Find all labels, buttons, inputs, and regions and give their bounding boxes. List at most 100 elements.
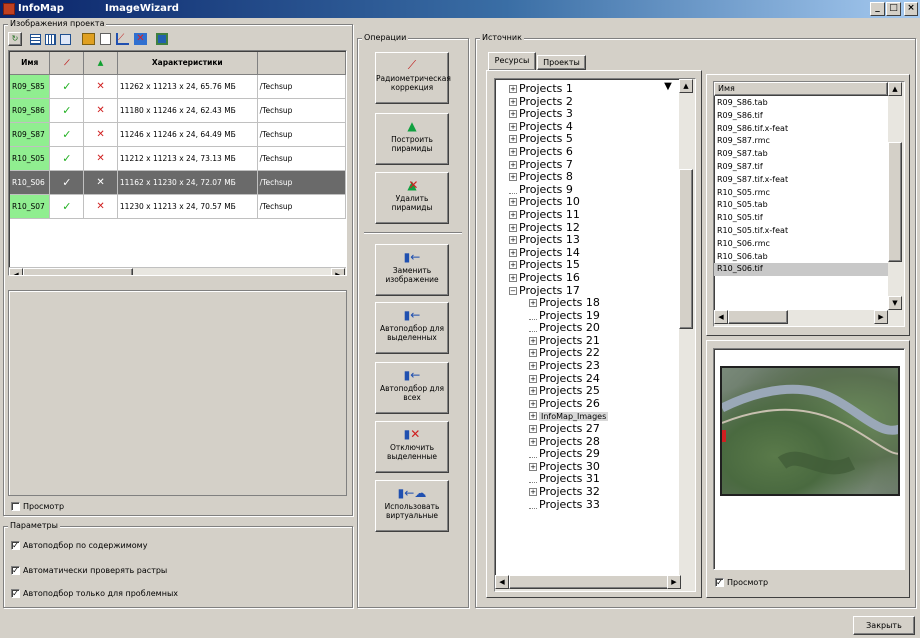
expand-toggle-icon[interactable]: +	[509, 85, 517, 93]
file-item[interactable]: R10_S05.rmc	[714, 187, 888, 200]
expand-toggle-icon[interactable]: +	[509, 210, 517, 219]
images-table[interactable]: Имя ⟋ ▲ Характеристики R09_S85 ✓ ✕ 11262 x …	[8, 50, 347, 276]
expand-toggle-icon[interactable]: +	[529, 374, 537, 383]
files-vscroll-thumb[interactable]	[888, 142, 902, 262]
scroll-left-icon[interactable]: ◀	[714, 310, 728, 324]
tree-node[interactable]: Projects 33	[509, 498, 677, 512]
resource-tree[interactable]: + Projects 1 + Projects 2 + Projects 3 + Projec…	[494, 78, 696, 592]
preview-check-box[interactable]	[11, 502, 20, 511]
expand-toggle-icon[interactable]: +	[529, 299, 537, 308]
expand-toggle-icon[interactable]: +	[509, 273, 517, 282]
close-button[interactable]: Закрыть	[853, 616, 915, 635]
expand-toggle-icon[interactable]: +	[509, 248, 517, 257]
operation-button[interactable]: ▮← Автоподбор для всех	[375, 362, 449, 414]
table-row[interactable]: R09_S86 ✓ ✕ 11180 x 11246 x 24, 62.43 МБ/Te…	[10, 98, 346, 123]
expand-toggle-icon[interactable]: +	[509, 160, 517, 169]
chart-icon[interactable]: ⟋	[116, 33, 129, 45]
expand-toggle-icon[interactable]: +	[509, 110, 517, 119]
scroll-up-icon[interactable]: ▲	[888, 82, 902, 96]
expand-toggle-icon[interactable]: +	[529, 412, 537, 421]
table-row[interactable]: R10_S05 ✓ ✕ 11212 x 11213 x 24, 73.13 МБ/Te…	[10, 146, 346, 171]
scroll-left-icon[interactable]: ◀	[495, 575, 509, 589]
file-item[interactable]: R10_S06.rmc	[714, 238, 888, 251]
expand-toggle-icon[interactable]: +	[529, 437, 537, 446]
vscroll-thumb[interactable]	[679, 169, 693, 329]
expand-toggle-icon[interactable]: +	[529, 425, 537, 434]
scroll-up-icon[interactable]: ▲	[679, 79, 693, 93]
expand-toggle-icon[interactable]: +	[509, 97, 517, 106]
scroll-down-icon[interactable]: ▼	[888, 296, 902, 310]
expand-toggle-icon[interactable]: +	[529, 336, 537, 345]
remove-image-icon[interactable]: ✕	[134, 33, 147, 45]
scroll-right-icon[interactable]: ▶	[331, 268, 345, 275]
file-item[interactable]: R10_S05.tif	[714, 212, 888, 225]
expand-toggle-icon[interactable]: +	[509, 135, 517, 144]
tree-dropdown-icon[interactable]: ▼	[661, 82, 675, 92]
checkmark-icon[interactable]: ✓	[715, 578, 724, 587]
expand-toggle-icon[interactable]: +	[529, 462, 537, 471]
preview-checkbox-left[interactable]: Просмотр	[11, 502, 64, 511]
option-autoselect-content[interactable]: ✓ Автоподбор по содержимому	[11, 541, 147, 550]
checkmark-icon[interactable]: ✓	[11, 589, 20, 598]
expand-toggle-icon[interactable]: +	[509, 173, 517, 182]
table-row[interactable]: R09_S87 ✓ ✕ 11246 x 11246 x 24, 64.49 МБ/Te…	[10, 122, 346, 147]
close-window-button[interactable]: ×	[904, 2, 918, 16]
expand-toggle-icon[interactable]: −	[509, 286, 517, 295]
table-hscrollbar[interactable]: ◀ ▶	[9, 267, 346, 275]
option-auto-check-rasters[interactable]: ✓ Автоматически проверять растры	[11, 566, 167, 575]
tree-hscroll-thumb[interactable]	[509, 575, 669, 589]
hscroll-thumb[interactable]	[23, 268, 133, 275]
file-item[interactable]: R09_S86.tab	[714, 97, 888, 110]
expand-toggle-icon[interactable]: +	[509, 198, 517, 207]
expand-toggle-icon[interactable]: +	[529, 362, 537, 371]
operation-button[interactable]: ▮✕ Отключить выделенные	[375, 421, 449, 473]
operation-button[interactable]: ▮← Автоподбор для выделенных	[375, 302, 449, 354]
expand-toggle-icon[interactable]: +	[529, 387, 537, 396]
expand-toggle-icon[interactable]: +	[509, 122, 517, 131]
option-autoselect-problem[interactable]: ✓ Автоподбор только для проблемных	[11, 589, 178, 598]
tab-resources[interactable]: Ресурсы	[488, 52, 536, 70]
files-hscrollbar[interactable]: ◀ ▶	[714, 310, 904, 326]
minimize-button[interactable]: _	[870, 2, 885, 16]
files-vscrollbar[interactable]: ▲ ▼	[888, 82, 904, 310]
expand-toggle-icon[interactable]: +	[509, 236, 517, 245]
tree-vscrollbar[interactable]: ▲	[679, 79, 695, 575]
table-row[interactable]: R10_S07 ✓ ✕ 11230 x 11213 x 24, 70.57 МБ/Te…	[10, 194, 346, 219]
maximize-button[interactable]: □	[886, 2, 901, 16]
file-item[interactable]: R10_S06.tif	[714, 263, 888, 277]
list-view-icon[interactable]	[30, 34, 41, 45]
expand-toggle-icon[interactable]: +	[509, 147, 517, 156]
file-item[interactable]: R09_S86.tif	[714, 110, 888, 123]
col-path[interactable]	[257, 52, 346, 75]
tab-projects[interactable]: Проекты	[537, 55, 586, 70]
scroll-right-icon[interactable]: ▶	[874, 310, 888, 324]
folder-add-icon[interactable]	[82, 33, 95, 45]
file-item[interactable]: R09_S87.tif	[714, 161, 888, 174]
operation-button[interactable]: ▲ Построить пирамиды	[375, 113, 449, 165]
file-item[interactable]: R10_S06.tab	[714, 251, 888, 264]
operation-button[interactable]: ⟋ Радиометрическая коррекция	[375, 52, 451, 104]
columns-icon[interactable]	[45, 34, 56, 45]
col-name[interactable]: Имя	[10, 52, 51, 75]
expand-toggle-icon[interactable]: +	[529, 399, 537, 408]
table-row[interactable]: R10_S06 ✓ ✕ 11162 x 11230 x 24, 72.07 МБ/Te…	[10, 170, 346, 195]
files-hscroll-thumb[interactable]	[728, 310, 788, 324]
scroll-right-icon[interactable]: ▶	[667, 575, 681, 589]
col-pyramids[interactable]: ▲	[83, 52, 118, 75]
preview-checkbox-right[interactable]: ✓ Просмотр	[715, 578, 768, 587]
expand-toggle-icon[interactable]: +	[529, 349, 537, 358]
table-row[interactable]: R09_S85 ✓ ✕ 11262 x 11213 x 24, 65.76 МБ/Te…	[10, 74, 346, 99]
checkmark-icon[interactable]: ✓	[11, 541, 20, 550]
tree-hscrollbar[interactable]: ◀ ▶	[495, 575, 695, 591]
expand-toggle-icon[interactable]: +	[529, 488, 537, 496]
file-item[interactable]: R10_S05.tif.x-feat	[714, 225, 888, 238]
document-icon[interactable]	[100, 33, 111, 45]
grid-icon[interactable]	[60, 34, 71, 45]
refresh-icon[interactable]: ↻	[8, 32, 22, 46]
file-list[interactable]: Имя R09_S86.tab R09_S86.tif R09_S86.tif.x-…	[713, 81, 905, 327]
file-item[interactable]: R09_S87.rmc	[714, 135, 888, 148]
save-icon[interactable]	[156, 33, 168, 45]
operation-button[interactable]: ▮← Заменить изображение	[375, 244, 449, 296]
file-list-header[interactable]: Имя	[714, 82, 888, 96]
file-item[interactable]: R09_S86.tif.x-feat	[714, 123, 888, 136]
